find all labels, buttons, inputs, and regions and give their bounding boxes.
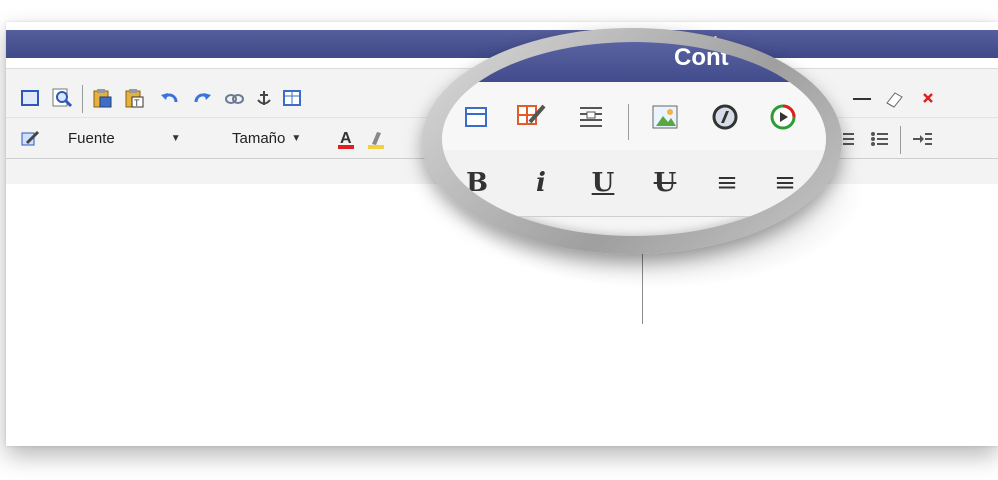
table-edit-icon[interactable] (514, 100, 548, 134)
table-icon[interactable] (280, 86, 304, 110)
underline-button[interactable]: U (586, 166, 620, 200)
magnified-toolbar-row-2: B i U U ≡ ≡ (442, 150, 826, 217)
magnified-toolbar-row-1 (442, 82, 826, 151)
align-left-button-label: ≡ (716, 168, 738, 198)
font-dropdown-label: Fuente (68, 129, 115, 147)
edit-style-icon[interactable] (18, 127, 42, 151)
link-icon[interactable] (222, 86, 246, 110)
font-dropdown[interactable]: Fuente ▼ (68, 124, 181, 152)
magnifier-view: Cont B i U U ≡ ≡ (442, 42, 826, 236)
flash-icon[interactable] (708, 100, 742, 134)
indent-icon[interactable] (910, 127, 934, 151)
unordered-list-icon[interactable] (868, 127, 892, 151)
magnified-title: Cont (674, 44, 729, 71)
chevron-down-icon: ▼ (170, 132, 181, 144)
svg-text:T: T (134, 98, 140, 108)
media-icon[interactable] (766, 100, 800, 134)
highlight-color-icon[interactable] (364, 127, 388, 151)
close-icon[interactable] (916, 86, 940, 110)
redo-icon[interactable] (190, 86, 214, 110)
editor-frame: Cont T (6, 22, 998, 446)
anchor-icon[interactable] (252, 86, 276, 110)
table-icon[interactable] (460, 100, 494, 134)
eraser-icon[interactable] (882, 86, 906, 110)
font-color-icon[interactable]: A (334, 127, 358, 151)
chevron-down-icon: ▼ (291, 132, 302, 144)
size-dropdown-label: Tamaño (232, 129, 286, 147)
bold-button[interactable]: B (460, 166, 494, 200)
maximize-icon[interactable] (18, 86, 42, 110)
strikethrough-button[interactable]: U (648, 166, 682, 200)
toolbar-separator (628, 104, 629, 140)
image-icon[interactable] (648, 100, 682, 134)
align-center-button-label: ≡ (774, 168, 796, 198)
preview-icon[interactable] (50, 86, 74, 110)
toolbar-separator (900, 126, 901, 154)
italic-button-label: i (536, 168, 546, 198)
underline-button-label: U (591, 168, 615, 198)
page-break-icon[interactable] (574, 100, 608, 134)
paste-word-icon[interactable] (90, 86, 114, 110)
strikethrough-button-label: U (653, 168, 677, 198)
bold-button-label: B (466, 168, 488, 198)
size-dropdown[interactable]: Tamaño ▼ (232, 124, 301, 152)
align-center-button[interactable]: ≡ (768, 166, 802, 200)
horizontal-rule-icon[interactable] (850, 86, 874, 110)
magnified-title-bar: Cont (442, 42, 826, 82)
italic-button[interactable]: i (524, 166, 558, 200)
paste-text-icon[interactable]: T (122, 86, 146, 110)
align-left-button[interactable]: ≡ (710, 166, 744, 200)
svg-text:A: A (340, 130, 352, 147)
undo-icon[interactable] (158, 86, 182, 110)
toolbar-separator (82, 85, 83, 113)
